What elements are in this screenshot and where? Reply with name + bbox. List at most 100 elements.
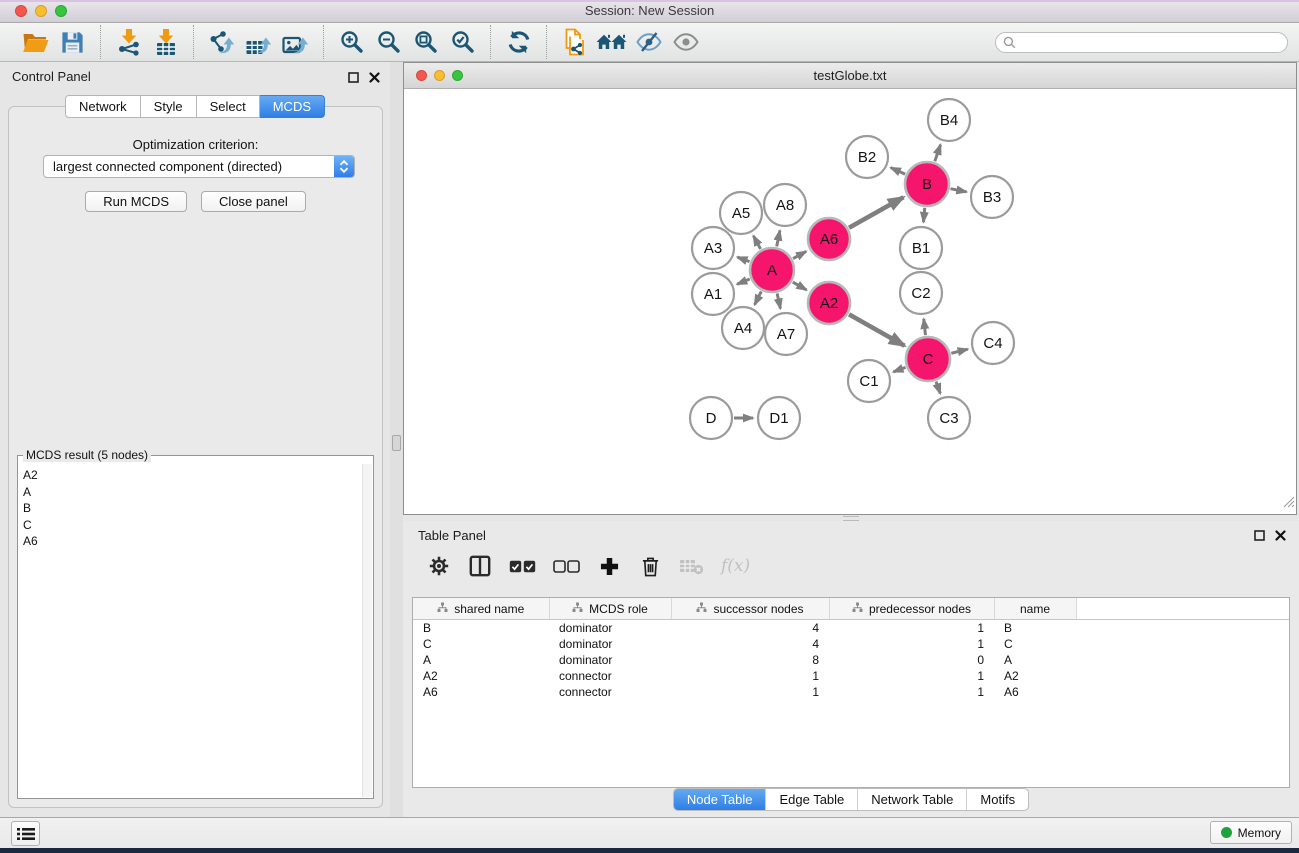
graph-node-A3[interactable]: A3 xyxy=(692,227,734,269)
close-panel-icon[interactable] xyxy=(369,70,380,88)
graph-node-A1[interactable]: A1 xyxy=(692,273,734,315)
refresh-view-button[interactable] xyxy=(500,26,537,58)
tab-mcds[interactable]: MCDS xyxy=(260,95,325,118)
column-header-predecessor-nodes[interactable]: predecessor nodes xyxy=(829,598,994,620)
graph-edge-C-C1[interactable] xyxy=(893,367,905,372)
table-cell[interactable]: dominator xyxy=(549,652,671,668)
graph-edge-C-C3[interactable] xyxy=(936,382,940,394)
mcds-result-list[interactable]: A2ABCA6 xyxy=(19,464,362,797)
mcds-result-item[interactable]: A xyxy=(23,484,362,501)
table-cell[interactable]: A xyxy=(413,652,549,668)
graph-node-C2[interactable]: C2 xyxy=(900,272,942,314)
graph-node-B2[interactable]: B2 xyxy=(846,136,888,178)
home-layout-button[interactable] xyxy=(593,26,630,58)
search-input[interactable] xyxy=(995,32,1288,53)
graph-edge-A-A3[interactable] xyxy=(737,257,749,262)
toggle-panel-button[interactable] xyxy=(630,26,667,58)
network-graph[interactable]: AA1A2A3A4A5A6A7A8BB1B2B3B4CC1C2C3C4DD1 xyxy=(404,89,1296,514)
window-resize-grip[interactable] xyxy=(1282,495,1295,513)
tab-motifs[interactable]: Motifs xyxy=(966,789,1028,810)
tab-select[interactable]: Select xyxy=(197,95,260,118)
table-cell[interactable]: 1 xyxy=(671,684,829,700)
criterion-dropdown[interactable]: largest connected component (directed) xyxy=(43,155,355,178)
graph-edge-A-A1[interactable] xyxy=(737,279,750,284)
select-all-columns-button[interactable] xyxy=(509,553,536,579)
table-row[interactable]: Cdominator41C xyxy=(413,636,1289,652)
table-cell[interactable]: A xyxy=(994,652,1076,668)
add-column-button[interactable] xyxy=(597,553,621,579)
tab-style[interactable]: Style xyxy=(141,95,197,118)
table-settings-button[interactable] xyxy=(427,553,451,579)
column-header-name[interactable]: name xyxy=(994,598,1076,620)
table-cell[interactable]: 4 xyxy=(671,620,829,637)
graph-edge-C-C2[interactable] xyxy=(924,319,926,335)
node-table[interactable]: shared nameMCDS rolesuccessor nodesprede… xyxy=(413,598,1289,700)
table-row[interactable]: Bdominator41B xyxy=(413,620,1289,637)
network-canvas[interactable]: AA1A2A3A4A5A6A7A8BB1B2B3B4CC1C2C3C4DD1 xyxy=(404,89,1296,514)
tab-node-table[interactable]: Node Table xyxy=(674,789,766,810)
zoom-out-button[interactable] xyxy=(370,26,407,58)
tab-network[interactable]: Network xyxy=(65,95,141,118)
table-cell[interactable]: connector xyxy=(549,668,671,684)
column-header-shared-name[interactable]: shared name xyxy=(413,598,549,620)
result-scrollbar[interactable] xyxy=(362,464,372,797)
memory-button[interactable]: Memory xyxy=(1210,821,1292,844)
table-cell[interactable]: 1 xyxy=(671,668,829,684)
table-cell[interactable]: A6 xyxy=(413,684,549,700)
graph-edge-A-A7[interactable] xyxy=(777,293,780,308)
table-cell[interactable]: A2 xyxy=(413,668,549,684)
graph-node-B1[interactable]: B1 xyxy=(900,227,942,269)
graph-node-C1[interactable]: C1 xyxy=(848,360,890,402)
column-header-MCDS-role[interactable]: MCDS role xyxy=(549,598,671,620)
table-row[interactable]: A2connector11A2 xyxy=(413,668,1289,684)
mcds-result-item[interactable]: A2 xyxy=(23,467,362,484)
table-cell[interactable]: B xyxy=(994,620,1076,637)
export-table-button[interactable] xyxy=(240,26,277,58)
divider-grip[interactable] xyxy=(392,435,401,451)
graph-node-A2[interactable]: A2 xyxy=(808,282,850,324)
save-session-button[interactable] xyxy=(54,26,91,58)
graph-node-A4[interactable]: A4 xyxy=(722,307,764,349)
table-cell[interactable]: 1 xyxy=(829,668,994,684)
graph-node-D1[interactable]: D1 xyxy=(758,397,800,439)
graph-edge-A-A4[interactable] xyxy=(755,291,762,304)
graph-node-A8[interactable]: A8 xyxy=(764,184,806,226)
graph-edge-A2-C[interactable] xyxy=(849,314,904,345)
table-cell[interactable]: 1 xyxy=(829,620,994,637)
network-file-button[interactable] xyxy=(556,26,593,58)
tab-network-table[interactable]: Network Table xyxy=(857,789,966,810)
mcds-result-item[interactable]: A6 xyxy=(23,533,362,550)
table-row[interactable]: A6connector11A6 xyxy=(413,684,1289,700)
maximize-window-button[interactable] xyxy=(55,5,67,17)
graph-node-B4[interactable]: B4 xyxy=(928,99,970,141)
open-session-button[interactable] xyxy=(17,26,54,58)
table-cell[interactable]: A6 xyxy=(994,684,1076,700)
table-cell[interactable]: C xyxy=(994,636,1076,652)
graph-node-A5[interactable]: A5 xyxy=(720,192,762,234)
table-cell[interactable]: 4 xyxy=(671,636,829,652)
column-header-successor-nodes[interactable]: successor nodes xyxy=(671,598,829,620)
table-cell[interactable]: 8 xyxy=(671,652,829,668)
graph-edge-A-A6[interactable] xyxy=(793,251,806,258)
graph-node-C4[interactable]: C4 xyxy=(972,322,1014,364)
tab-edge-table[interactable]: Edge Table xyxy=(765,789,857,810)
graph-edge-C-C4[interactable] xyxy=(951,349,967,353)
float-panel-icon[interactable] xyxy=(348,70,359,88)
table-cell[interactable]: 0 xyxy=(829,652,994,668)
mcds-result-item[interactable]: B xyxy=(23,500,362,517)
unselect-all-columns-button[interactable] xyxy=(553,553,580,579)
network-window-titlebar[interactable]: testGlobe.txt xyxy=(404,63,1296,89)
graph-edge-A-A5[interactable] xyxy=(753,236,760,249)
close-table-panel-icon[interactable] xyxy=(1275,528,1286,546)
graph-edge-B-B3[interactable] xyxy=(951,189,967,192)
network-minimize-button[interactable] xyxy=(434,70,445,81)
network-close-button[interactable] xyxy=(416,70,427,81)
graph-node-B3[interactable]: B3 xyxy=(971,176,1013,218)
close-window-button[interactable] xyxy=(15,5,27,17)
zoom-fit-button[interactable] xyxy=(407,26,444,58)
table-cell[interactable]: B xyxy=(413,620,549,637)
graph-edge-A-A8[interactable] xyxy=(777,230,780,246)
export-image-button[interactable] xyxy=(277,26,314,58)
table-cell[interactable]: dominator xyxy=(549,636,671,652)
graph-node-A6[interactable]: A6 xyxy=(808,218,850,260)
